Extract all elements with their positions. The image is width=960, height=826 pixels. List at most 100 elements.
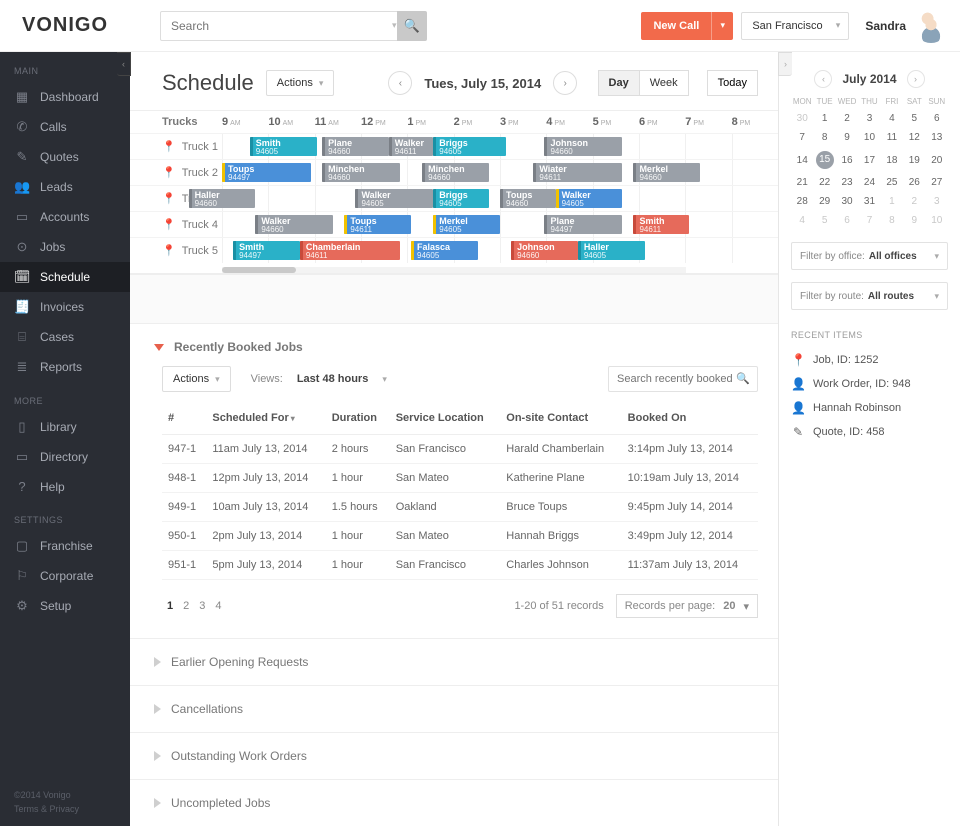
table-row[interactable]: 947-111am July 13, 20142 hoursSan Franci… xyxy=(162,435,758,464)
calendar-day[interactable]: 13 xyxy=(926,128,948,147)
sidebar-item-corporate[interactable]: ⚐Corporate xyxy=(0,561,130,591)
column-header[interactable]: Service Location xyxy=(390,402,501,435)
filter-route-dropdown[interactable]: Filter by route:All routes▾ xyxy=(791,282,948,310)
schedule-job[interactable]: Plane94660 xyxy=(322,137,389,156)
schedule-job[interactable]: Toups94660 xyxy=(500,189,556,208)
collapsed-section[interactable]: Uncompleted Jobs xyxy=(130,779,778,826)
calendar-day[interactable]: 6 xyxy=(926,109,948,128)
recently-booked-header[interactable]: Recently Booked Jobs xyxy=(130,324,778,362)
sidebar-item-calls[interactable]: ✆Calls xyxy=(0,112,130,142)
calendar-day[interactable]: 25 xyxy=(881,173,903,192)
schedule-job[interactable]: Minchen94660 xyxy=(322,163,400,182)
sidebar-item-invoices[interactable]: 🧾Invoices xyxy=(0,292,130,322)
column-header[interactable]: Scheduled For▾ xyxy=(206,402,325,435)
table-row[interactable]: 951-15pm July 13, 20141 hourSan Francisc… xyxy=(162,551,758,580)
calendar-day[interactable]: 3 xyxy=(858,109,880,128)
page-link[interactable]: 2 xyxy=(178,600,194,612)
calendar-day[interactable]: 10 xyxy=(858,128,880,147)
calendar-day[interactable]: 28 xyxy=(791,192,813,211)
schedule-job[interactable]: Haller94660 xyxy=(189,189,256,208)
schedule-job[interactable]: Johnson94660 xyxy=(544,137,622,156)
sidebar-item-setup[interactable]: ⚙Setup xyxy=(0,591,130,621)
sidebar-collapse-button[interactable]: ‹ xyxy=(117,52,131,76)
schedule-job[interactable]: Chamberlain94611 xyxy=(300,241,400,260)
calendar-day[interactable]: 21 xyxy=(791,173,813,192)
calendar-day[interactable]: 29 xyxy=(813,192,835,211)
schedule-job[interactable]: Smith94605 xyxy=(250,137,317,156)
calendar-day[interactable]: 17 xyxy=(858,147,880,173)
schedule-job[interactable]: Plane94497 xyxy=(544,215,622,234)
calendar-day[interactable]: 2 xyxy=(903,192,925,211)
schedule-job[interactable]: Briggs94605 xyxy=(433,189,489,208)
sidebar-item-library[interactable]: ▯Library xyxy=(0,412,130,442)
page-link[interactable]: 1 xyxy=(162,600,178,612)
new-call-dropdown[interactable]: ▾ xyxy=(711,12,733,40)
mini-calendar[interactable]: MONTUEWEDTHUFRISATSUN 301234567891011121… xyxy=(791,94,948,230)
calendar-day[interactable]: 18 xyxy=(881,147,903,173)
views-value[interactable]: Last 48 hours xyxy=(297,373,369,385)
recent-item[interactable]: ✎Quote, ID: 458 xyxy=(791,420,948,444)
schedule-job[interactable]: Walker94605 xyxy=(355,189,433,208)
calendar-day[interactable]: 26 xyxy=(903,173,925,192)
calendar-day[interactable]: 7 xyxy=(791,128,813,147)
sidebar-item-accounts[interactable]: ▭Accounts xyxy=(0,202,130,232)
filter-office-dropdown[interactable]: Filter by office:All offices▾ xyxy=(791,242,948,270)
schedule-job[interactable]: Toups94611 xyxy=(344,215,411,234)
calendar-day[interactable]: 19 xyxy=(903,147,925,173)
right-panel-collapse-button[interactable]: › xyxy=(778,52,792,76)
sidebar-item-franchise[interactable]: ▢Franchise xyxy=(0,531,130,561)
table-row[interactable]: 950-12pm July 13, 20141 hourSan MateoHan… xyxy=(162,522,758,551)
schedule-actions-dropdown[interactable]: Actions▾ xyxy=(266,70,335,96)
collapsed-section[interactable]: Outstanding Work Orders xyxy=(130,732,778,779)
calendar-day[interactable]: 1 xyxy=(881,192,903,211)
calendar-day[interactable]: 15 xyxy=(813,147,835,173)
global-search-input[interactable] xyxy=(160,11,414,41)
calendar-day[interactable]: 3 xyxy=(926,192,948,211)
schedule-job[interactable]: Wiater94611 xyxy=(533,163,622,182)
schedule-job[interactable]: Smith94611 xyxy=(633,215,689,234)
calendar-day[interactable]: 8 xyxy=(813,128,835,147)
calendar-day[interactable]: 12 xyxy=(903,128,925,147)
search-button[interactable]: 🔍 xyxy=(397,11,427,41)
schedule-job[interactable]: Briggs94605 xyxy=(433,137,505,156)
schedule-job[interactable]: Walker94611 xyxy=(389,137,433,156)
calendar-day[interactable]: 10 xyxy=(926,211,948,230)
next-day-button[interactable]: › xyxy=(553,71,577,95)
sidebar-item-help[interactable]: ?Help xyxy=(0,472,130,501)
timeline-scrollbar[interactable] xyxy=(222,267,686,273)
column-header[interactable]: # xyxy=(162,402,206,435)
calendar-day[interactable]: 4 xyxy=(791,211,813,230)
pagination[interactable]: 1234 xyxy=(162,600,227,612)
calendar-day[interactable]: 2 xyxy=(836,109,858,128)
recent-item[interactable]: 👤Hannah Robinson xyxy=(791,396,948,420)
calendar-day[interactable]: 27 xyxy=(926,173,948,192)
sidebar-item-quotes[interactable]: ✎Quotes xyxy=(0,142,130,172)
sidebar-item-leads[interactable]: 👥Leads xyxy=(0,172,130,202)
column-header[interactable]: Duration xyxy=(326,402,390,435)
sidebar-item-schedule[interactable]: 🗓Schedule xyxy=(0,262,130,292)
page-link[interactable]: 3 xyxy=(194,600,210,612)
table-row[interactable]: 949-110am July 13, 20141.5 hoursOaklandB… xyxy=(162,493,758,522)
calendar-day[interactable]: 20 xyxy=(926,147,948,173)
cal-prev-button[interactable]: ‹ xyxy=(814,70,832,88)
sidebar-item-cases[interactable]: ⌸Cases xyxy=(0,322,130,352)
scrollbar-thumb[interactable] xyxy=(222,267,296,273)
schedule-job[interactable]: Falasca94605 xyxy=(411,241,478,260)
schedule-job[interactable]: Johnson94660 xyxy=(511,241,578,260)
calendar-day[interactable]: 30 xyxy=(836,192,858,211)
collapsed-section[interactable]: Earlier Opening Requests xyxy=(130,638,778,685)
cal-next-button[interactable]: › xyxy=(907,70,925,88)
office-selector[interactable]: San Francisco ▾ xyxy=(741,12,849,40)
calendar-day[interactable]: 5 xyxy=(813,211,835,230)
schedule-job[interactable]: Toups94497 xyxy=(222,163,311,182)
collapsed-section[interactable]: Cancellations xyxy=(130,685,778,732)
calendar-day[interactable]: 5 xyxy=(903,109,925,128)
sidebar-item-directory[interactable]: ▭Directory xyxy=(0,442,130,472)
view-week-tab[interactable]: Week xyxy=(640,70,689,96)
sidebar-item-reports[interactable]: ≣Reports xyxy=(0,352,130,382)
schedule-job[interactable]: Walker94605 xyxy=(556,189,623,208)
calendar-day[interactable]: 9 xyxy=(836,128,858,147)
records-per-page-selector[interactable]: Records per page:20▾ xyxy=(616,594,758,618)
calendar-day[interactable]: 8 xyxy=(881,211,903,230)
calendar-day[interactable]: 6 xyxy=(836,211,858,230)
